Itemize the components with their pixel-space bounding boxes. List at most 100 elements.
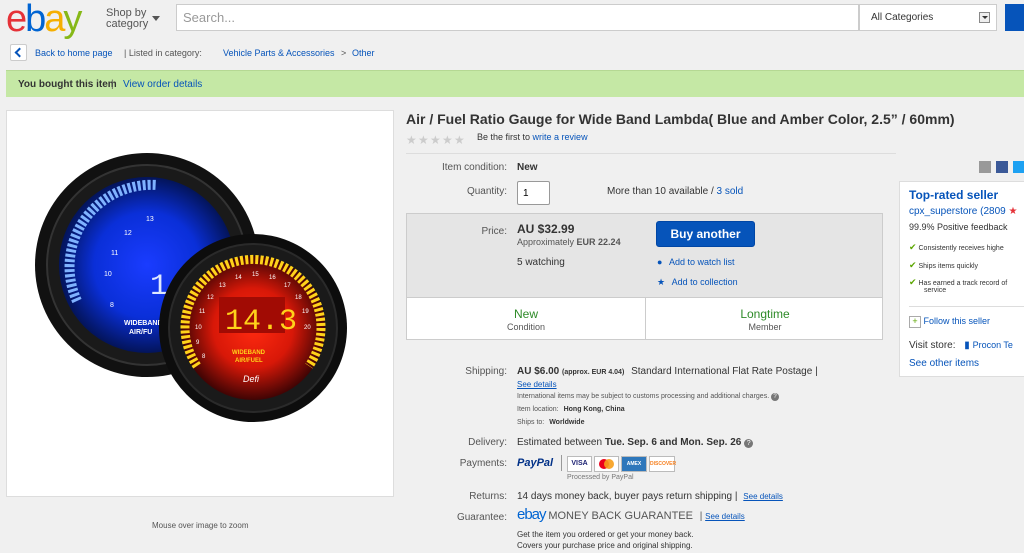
red-tick-label: 10 xyxy=(195,325,202,331)
back-arrow-icon[interactable] xyxy=(10,44,27,61)
quantity-input[interactable] xyxy=(517,181,550,205)
blue-tick-label: 11 xyxy=(111,250,118,257)
discover-card-icon: DISCOVER xyxy=(649,456,676,472)
guarantee-label: Guarantee: xyxy=(456,512,507,523)
blue-gauge-label: WIDEBAND xyxy=(124,320,163,327)
mastercard-logo xyxy=(599,459,614,469)
back-to-home-link[interactable]: Back to home page xyxy=(35,48,113,59)
returns-details-link[interactable]: See details xyxy=(743,492,783,501)
rating-stars[interactable]: ★★★★★ xyxy=(406,131,466,149)
guarantee-line-2: Covers your purchase price and original … xyxy=(517,541,693,550)
star-icon: ★ xyxy=(406,133,417,147)
chevron-down-icon xyxy=(152,16,160,21)
guarantee-details-link[interactable]: See details xyxy=(705,512,745,521)
availability: More than 10 available / 3 sold xyxy=(607,186,744,197)
positive-feedback: 99.9% Positive feedback xyxy=(909,222,1008,232)
seller-point-continued: service xyxy=(924,287,947,294)
star-icon: ★ xyxy=(430,133,441,147)
help-icon[interactable]: ? xyxy=(771,393,780,401)
search-box xyxy=(176,4,859,31)
sold-count-link[interactable]: 3 sold xyxy=(717,186,744,197)
buy-another-button[interactable]: Buy another xyxy=(656,221,755,247)
stat-member: Longtime Member xyxy=(645,298,884,339)
red-tick-label: 11 xyxy=(199,309,206,315)
ebay-guarantee-logo: ebay xyxy=(517,506,547,523)
red-gauge-label: WIDEBAND xyxy=(232,350,266,356)
red-gauge-reading: 14.3 xyxy=(225,305,297,339)
condition-value: New xyxy=(517,162,538,173)
delivery-estimate: Estimated between Tue. Sep. 6 and Mon. S… xyxy=(517,437,754,448)
seller-stats: New Condition Longtime Member xyxy=(406,297,883,340)
blue-tick-label: 12 xyxy=(124,230,132,237)
email-share-icon[interactable] xyxy=(979,161,991,173)
add-to-watch-list[interactable]: ● Add to watch list xyxy=(657,257,734,267)
seller-point: ✔ Consistently receives highe xyxy=(909,242,1004,252)
watching-count: 5 watching xyxy=(517,257,565,268)
breadcrumb-subcategory-link[interactable]: Other xyxy=(352,48,375,59)
store-link[interactable]: Procon Te xyxy=(973,340,1013,350)
star-icon: ★ xyxy=(418,133,429,147)
site-header: ebay Shop by category All Categories xyxy=(0,0,1024,38)
check-icon: ✔ xyxy=(909,277,917,287)
red-tick-label: 15 xyxy=(252,272,259,278)
follow-seller-button[interactable]: + Follow this seller xyxy=(909,316,990,328)
red-tick-label: 14 xyxy=(235,275,242,281)
shipping-cost: AU $6.00 (approx. EUR 4.04) Standard Int… xyxy=(517,366,818,377)
listed-in-label: | Listed in category: xyxy=(124,48,202,58)
star-icon: ★ xyxy=(1008,206,1018,217)
quantity-label: Quantity: xyxy=(466,186,507,197)
red-tick-label: 12 xyxy=(207,295,214,301)
item-location: Item location: Hong Kong, China xyxy=(517,406,625,413)
amex-card-icon: AMEX xyxy=(621,456,647,472)
product-image-panel[interactable]: 14 WIDEBAND AIR/FU 8 10 11 12 13 14.3 WI… xyxy=(6,110,394,497)
review-prompt: Be the first to write a review xyxy=(477,132,588,142)
facebook-share-icon[interactable] xyxy=(996,161,1008,173)
search-button[interactable] xyxy=(1005,4,1024,31)
help-icon[interactable]: ? xyxy=(744,439,754,448)
seller-name[interactable]: cpx_superstore (2809 ★ xyxy=(909,206,1017,217)
bought-message: You bought this item xyxy=(18,79,117,90)
red-gauge-label-2: AIR/FUEL xyxy=(235,358,263,364)
blue-tick-label: 8 xyxy=(110,302,114,309)
twitter-share-icon[interactable] xyxy=(1013,161,1024,173)
condition-label: Item condition: xyxy=(441,162,507,173)
red-tick-label: 18 xyxy=(295,295,302,301)
star-icon: ★ xyxy=(442,133,453,147)
store-icon: ▮ xyxy=(964,340,970,351)
red-tick-label: 20 xyxy=(304,325,311,331)
shipping-details-link[interactable]: See details xyxy=(517,380,557,389)
view-order-details-link[interactable]: View order details xyxy=(123,79,202,90)
delivery-label: Delivery: xyxy=(468,437,507,448)
blue-tick-label: 13 xyxy=(146,216,154,223)
shop-by-category-button[interactable]: Shop by category xyxy=(106,8,160,30)
see-other-items-link[interactable]: See other items xyxy=(909,358,979,369)
price-value: AU $32.99 xyxy=(517,222,575,236)
star-icon: ★ xyxy=(454,133,465,147)
breadcrumb-category-link[interactable]: Vehicle Parts & Accessories xyxy=(223,48,335,59)
plus-icon: + xyxy=(909,316,921,328)
blue-gauge-label-2: AIR/FU xyxy=(129,329,152,336)
money-back-guarantee: ebay MONEY BACK GUARANTEE | See details xyxy=(517,506,745,523)
red-tick-label: 17 xyxy=(284,283,291,289)
paypal-logo: PayPal xyxy=(517,457,554,469)
blue-tick-label: 10 xyxy=(104,271,112,278)
red-tick-label: 13 xyxy=(219,283,226,289)
customs-note: International items may be subject to cu… xyxy=(517,393,780,401)
add-to-collection[interactable]: ★ Add to collection xyxy=(657,277,738,288)
ebay-logo[interactable]: ebay xyxy=(6,0,82,38)
seller-divider xyxy=(909,306,1024,307)
star-icon: ★ xyxy=(657,277,666,287)
check-icon: ✔ xyxy=(909,260,917,270)
returns-label: Returns: xyxy=(469,491,507,502)
ships-to: Ships to: Worldwide xyxy=(517,419,585,426)
check-icon: ✔ xyxy=(909,242,917,252)
visit-store: Visit store: ▮ Procon Te xyxy=(909,340,1013,351)
shipping-label: Shipping: xyxy=(465,366,507,377)
seller-point: ✔ Ships items quickly xyxy=(909,260,979,270)
write-review-link[interactable]: write a review xyxy=(533,132,588,142)
search-input[interactable] xyxy=(177,5,859,30)
category-select[interactable]: All Categories xyxy=(859,4,997,31)
mastercard-icon xyxy=(594,456,619,472)
red-tick-label: 19 xyxy=(302,309,309,315)
processed-by-paypal: Processed by PayPal xyxy=(567,474,634,481)
